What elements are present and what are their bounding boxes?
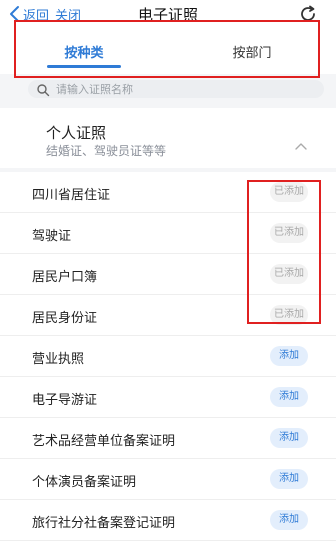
chevron-up-icon[interactable] [294,136,308,150]
item-name: 营业执照 [32,352,85,367]
add-button[interactable]: 添加 [270,469,308,489]
annotation-box-added [247,180,321,324]
item-name: 驾驶证 [32,229,72,244]
item-name: 居民户口簿 [32,270,98,285]
add-button[interactable]: 添加 [270,346,308,366]
section-title: 个人证照 [46,124,107,142]
section-subtitle: 结婚证、驾驶员证等等 [46,144,167,158]
list-item[interactable]: 营业执照 添加 [0,336,336,377]
annotation-box-tabs [14,20,320,78]
search-input[interactable]: 请输入证照名称 [56,81,133,97]
section-personal-certificates[interactable]: 个人证照 结婚证、驾驶员证等等 [0,108,336,168]
item-name: 居民身份证 [32,311,98,326]
list-item[interactable]: 艺术品经营单位备案证明 添加 [0,418,336,459]
list-item[interactable]: 个体演员备案证明 添加 [0,459,336,500]
item-name: 个体演员备案证明 [32,475,137,490]
item-name: 艺术品经营单位备案证明 [32,434,176,449]
list-item[interactable]: 旅行社分社备案登记证明 添加 [0,500,336,541]
item-name: 旅行社分社备案登记证明 [32,516,176,531]
add-button[interactable]: 添加 [270,510,308,530]
list-item[interactable]: 电子导游证 添加 [0,377,336,418]
search-icon [36,82,50,97]
item-name: 四川省居住证 [32,188,111,203]
item-name: 电子导游证 [32,393,98,408]
add-button[interactable]: 添加 [270,428,308,448]
search-bar[interactable]: 请输入证照名称 [28,80,324,98]
add-button[interactable]: 添加 [270,387,308,407]
